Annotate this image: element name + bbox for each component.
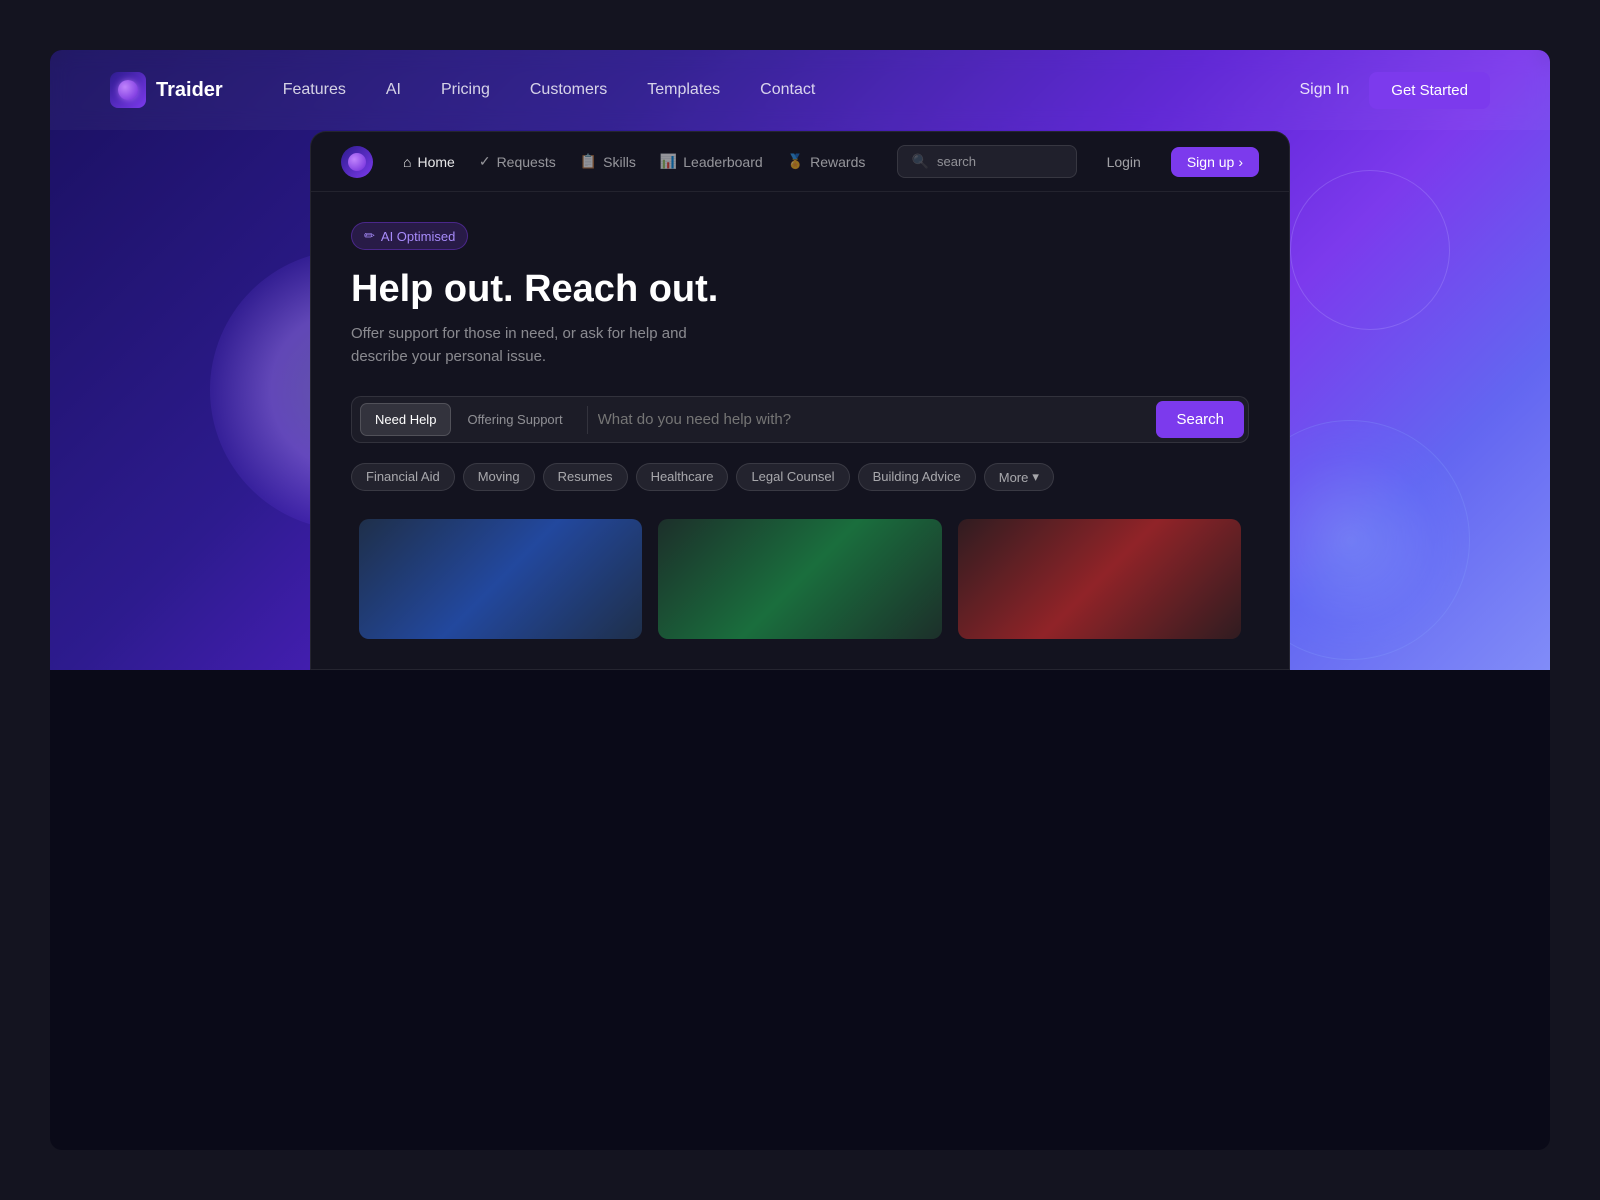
nav-features[interactable]: Features	[283, 81, 346, 99]
app-card: ⌂ Home ✓ Requests 📋 Skills 📊 Leaderboard	[310, 131, 1290, 670]
ai-icon: ✏	[364, 228, 375, 244]
nav-links: Features AI Pricing Customers Templates …	[283, 81, 1300, 99]
chevron-right-icon: ›	[1238, 154, 1243, 170]
get-started-nav-button[interactable]: Get Started	[1369, 72, 1490, 109]
search-input[interactable]	[598, 411, 1157, 428]
need-help-button[interactable]: Need Help	[360, 403, 451, 436]
card-image-1	[359, 519, 642, 639]
leaderboard-icon: 📊	[660, 153, 677, 170]
nav-contact[interactable]: Contact	[760, 81, 815, 99]
hero-section: Traider Features AI Pricing Customers Te…	[50, 50, 1550, 670]
bottom-card-1	[359, 519, 642, 639]
tag-resumes[interactable]: Resumes	[543, 463, 628, 491]
app-nav-rewards[interactable]: 🏅 Rewards	[787, 153, 866, 170]
logo-icon	[110, 72, 146, 108]
chevron-down-icon: ▾	[1032, 469, 1039, 485]
search-button[interactable]: Search	[1156, 401, 1244, 438]
nav-customers[interactable]: Customers	[530, 81, 607, 99]
app-signup-button[interactable]: Sign up ›	[1171, 147, 1259, 177]
nav-pricing[interactable]: Pricing	[441, 81, 490, 99]
app-description: Offer support for those in need, or ask …	[351, 323, 731, 368]
app-login-button[interactable]: Login	[1107, 154, 1141, 170]
app-search-bar[interactable]: 🔍 search	[897, 145, 1077, 178]
main-navbar: Traider Features AI Pricing Customers Te…	[50, 50, 1550, 130]
tag-more[interactable]: More ▾	[984, 463, 1054, 491]
logo-area: Traider	[110, 72, 223, 108]
home-icon: ⌂	[403, 154, 411, 170]
app-logo	[341, 146, 373, 178]
bottom-card-3	[958, 519, 1241, 639]
nav-templates[interactable]: Templates	[647, 81, 720, 99]
tag-building-advice[interactable]: Building Advice	[858, 463, 976, 491]
card-image-2	[658, 519, 941, 639]
app-nav-links: ⌂ Home ✓ Requests 📋 Skills 📊 Leaderboard	[403, 153, 867, 170]
bottom-cards	[351, 519, 1249, 639]
card-image-3	[958, 519, 1241, 639]
app-logo-inner	[348, 153, 366, 171]
offering-support-button[interactable]: Offering Support	[453, 403, 576, 436]
brand-name: Traider	[156, 79, 223, 102]
logo-icon-inner	[118, 80, 138, 100]
sign-in-button[interactable]: Sign In	[1299, 81, 1349, 99]
nav-actions: Sign In Get Started	[1299, 72, 1490, 109]
tag-legal-counsel[interactable]: Legal Counsel	[736, 463, 849, 491]
bottom-card-2	[658, 519, 941, 639]
ai-badge: ✏ AI Optimised	[351, 222, 468, 250]
search-toggle: Need Help Offering Support	[360, 403, 577, 436]
skills-icon: 📋	[580, 153, 597, 170]
tag-healthcare[interactable]: Healthcare	[636, 463, 729, 491]
app-nav-requests[interactable]: ✓ Requests	[479, 153, 556, 170]
nav-ai[interactable]: AI	[386, 81, 401, 99]
app-title: Help out. Reach out.	[351, 268, 1249, 311]
app-content: ✏ AI Optimised Help out. Reach out. Offe…	[311, 192, 1289, 669]
search-icon: 🔍	[912, 153, 929, 170]
tag-pills: Financial Aid Moving Resumes Healthcare …	[351, 463, 1249, 491]
app-nav-leaderboard[interactable]: 📊 Leaderboard	[660, 153, 763, 170]
app-navbar: ⌂ Home ✓ Requests 📋 Skills 📊 Leaderboard	[311, 132, 1289, 192]
search-bar: Need Help Offering Support Search	[351, 396, 1249, 443]
app-nav-home[interactable]: ⌂ Home	[403, 153, 455, 170]
tag-financial-aid[interactable]: Financial Aid	[351, 463, 455, 491]
rewards-icon: 🏅	[787, 153, 804, 170]
app-nav-skills[interactable]: 📋 Skills	[580, 153, 636, 170]
search-divider	[587, 406, 588, 434]
requests-icon: ✓	[479, 153, 491, 170]
browser-window: Traider Features AI Pricing Customers Te…	[50, 50, 1550, 1150]
tag-moving[interactable]: Moving	[463, 463, 535, 491]
